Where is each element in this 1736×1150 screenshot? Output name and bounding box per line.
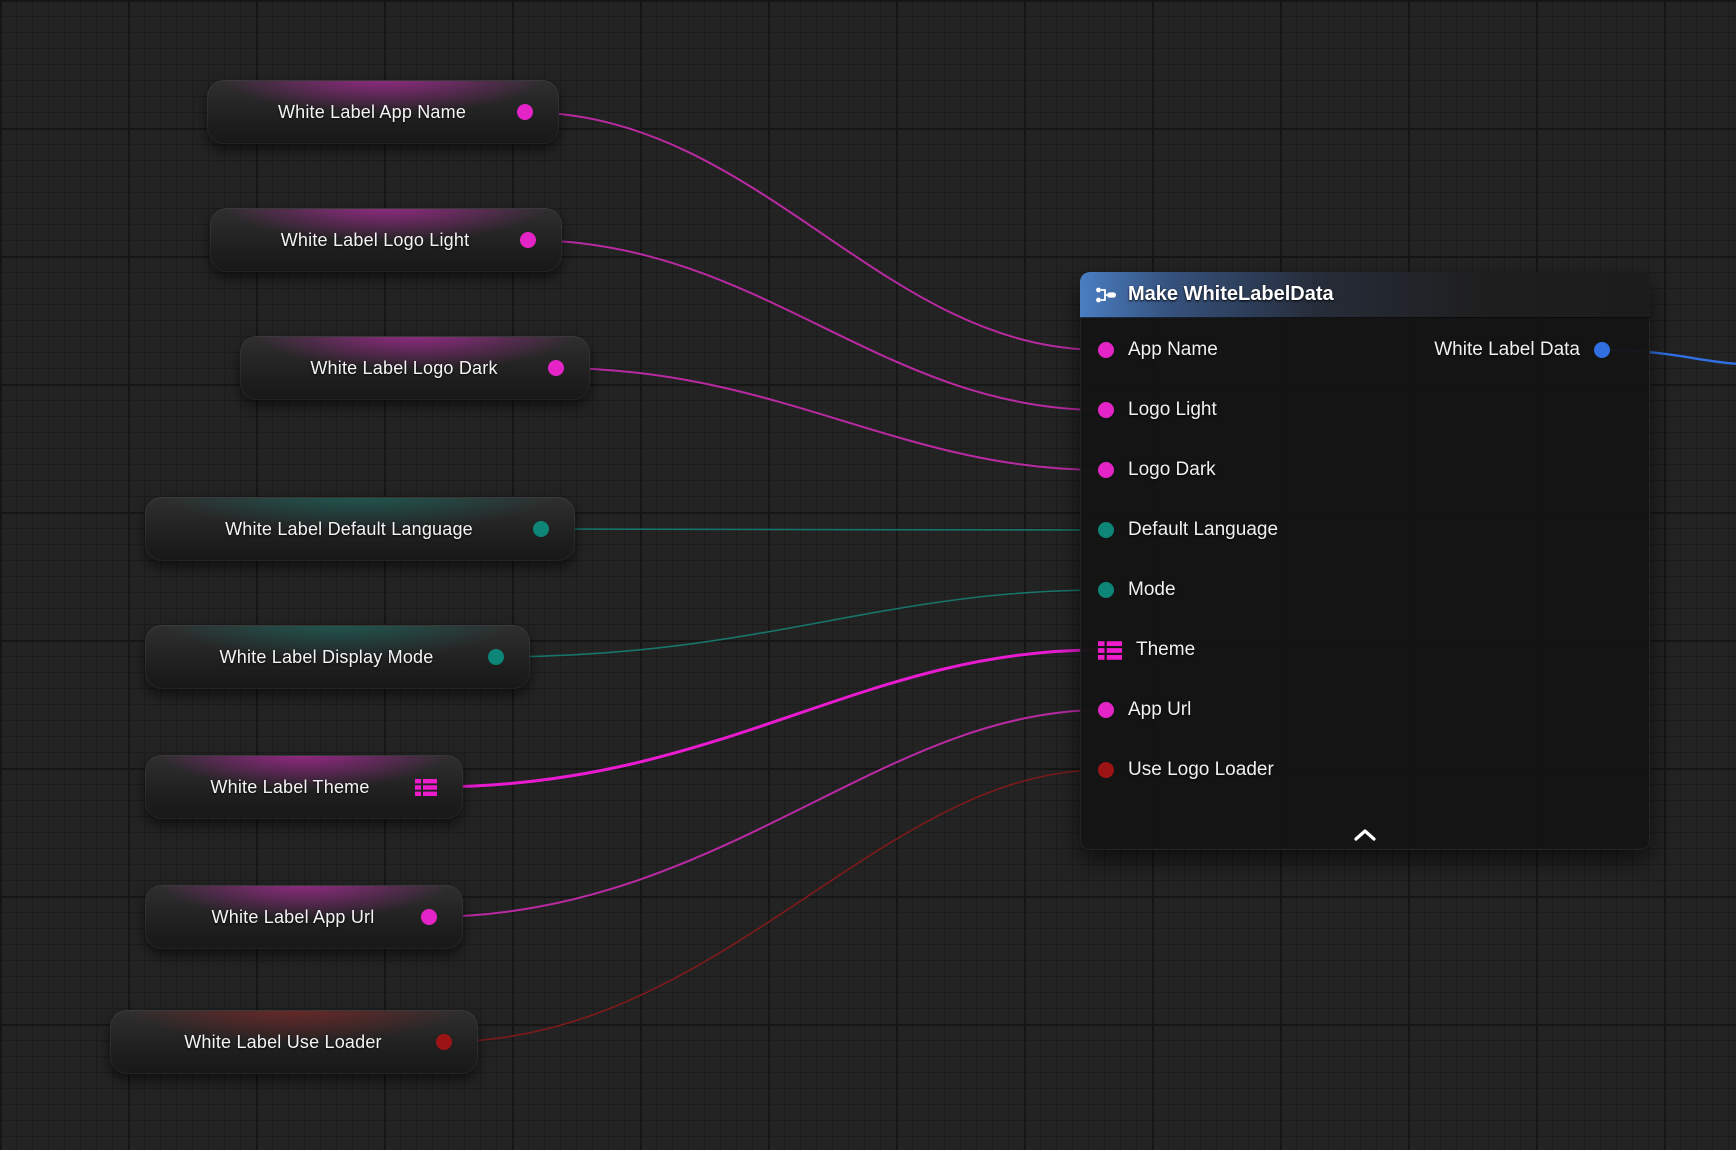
pin-app-url-input[interactable] [1098, 702, 1114, 718]
node-white-label-app-name[interactable]: White Label App Name [207, 80, 559, 144]
enum-pin-icon [488, 649, 504, 665]
pin-white-label-display-mode-output[interactable] [488, 649, 504, 665]
pin-white-label-app-name-output[interactable] [517, 104, 533, 120]
input-row-app-url: App Url [1080, 680, 1650, 740]
string-pin-icon [517, 104, 533, 120]
wire-logo-dark[interactable] [554, 368, 1102, 470]
input-row-mode: Mode [1080, 560, 1650, 620]
enum-pin-icon [1098, 522, 1114, 538]
node-white-label-use-loader[interactable]: White Label Use Loader [110, 1010, 478, 1074]
enum-pin-icon [533, 521, 549, 537]
pin-use-logo-loader-input[interactable] [1098, 762, 1114, 778]
node-make-whitelabeldata[interactable]: Make WhiteLabelData App Name Logo Light … [1080, 272, 1650, 850]
string-pin-icon [1098, 462, 1114, 478]
node-label: White Label Default Language [145, 519, 523, 540]
wire-app-name[interactable] [523, 112, 1102, 350]
pin-white-label-logo-dark-output[interactable] [548, 360, 564, 376]
string-pin-icon [1098, 342, 1114, 358]
input-row-logo-dark: Logo Dark [1080, 440, 1650, 500]
input-row-use-logo-loader: Use Logo Loader [1080, 740, 1650, 800]
pin-label: Mode [1128, 579, 1176, 601]
pin-white-label-logo-light-output[interactable] [520, 232, 536, 248]
node-label: White Label App Url [145, 907, 411, 928]
pin-default-language-input[interactable] [1098, 522, 1114, 538]
node-header[interactable]: Make WhiteLabelData [1080, 272, 1650, 318]
pin-label: Logo Light [1128, 399, 1217, 421]
pin-theme-input[interactable] [1098, 641, 1122, 660]
enum-pin-icon [1098, 582, 1114, 598]
struct-pin-icon [1098, 641, 1122, 660]
input-pin-list: App Name Logo Light Logo Dark Default La… [1080, 320, 1650, 800]
wire-theme[interactable] [433, 650, 1098, 787]
wire-logo-light[interactable] [526, 240, 1102, 410]
node-label: White Label Theme [145, 777, 405, 798]
wire-display-mode[interactable] [494, 590, 1102, 657]
pin-label: App Url [1128, 699, 1191, 721]
pin-label: Use Logo Loader [1128, 759, 1274, 781]
input-row-logo-light: Logo Light [1080, 380, 1650, 440]
node-title: Make WhiteLabelData [1128, 283, 1334, 306]
pin-white-label-app-url-output[interactable] [421, 909, 437, 925]
node-label: White Label Use Loader [110, 1032, 426, 1053]
pin-label: App Name [1128, 339, 1218, 361]
bool-pin-icon [436, 1034, 452, 1050]
blueprint-canvas[interactable]: White Label App Name White Label Logo Li… [0, 0, 1736, 1150]
string-pin-icon [1098, 702, 1114, 718]
make-struct-icon [1094, 284, 1118, 306]
node-label: White Label App Name [207, 102, 507, 123]
wire-default-language[interactable] [539, 529, 1102, 530]
wire-app-url[interactable] [427, 710, 1102, 917]
output-row-white-label-data: White Label Data [1434, 320, 1650, 380]
string-pin-icon [520, 232, 536, 248]
pin-logo-light-input[interactable] [1098, 402, 1114, 418]
pin-label: Default Language [1128, 519, 1278, 541]
pin-app-name-input[interactable] [1098, 342, 1114, 358]
input-row-default-language: Default Language [1080, 500, 1650, 560]
string-pin-icon [1098, 402, 1114, 418]
node-white-label-display-mode[interactable]: White Label Display Mode [145, 625, 530, 689]
pin-mode-input[interactable] [1098, 582, 1114, 598]
pin-white-label-default-language-output[interactable] [533, 521, 549, 537]
string-pin-icon [421, 909, 437, 925]
string-pin-icon [548, 360, 564, 376]
node-white-label-default-language[interactable]: White Label Default Language [145, 497, 575, 561]
pin-white-label-use-loader-output[interactable] [436, 1034, 452, 1050]
pin-logo-dark-input[interactable] [1098, 462, 1114, 478]
pin-label: Logo Dark [1128, 459, 1216, 481]
node-white-label-logo-light[interactable]: White Label Logo Light [210, 208, 562, 272]
pin-label: White Label Data [1434, 339, 1580, 361]
node-white-label-theme[interactable]: White Label Theme [145, 755, 463, 819]
collapse-node-button[interactable] [1343, 822, 1387, 846]
node-label: White Label Logo Dark [240, 358, 538, 379]
chevron-up-icon [1353, 828, 1377, 841]
node-label: White Label Logo Light [210, 230, 510, 251]
node-label: White Label Display Mode [145, 647, 478, 668]
node-white-label-app-url[interactable]: White Label App Url [145, 885, 463, 949]
struct-pin-icon [415, 779, 437, 796]
object-pin-icon [1594, 342, 1610, 358]
bool-pin-icon [1098, 762, 1114, 778]
input-row-theme: Theme [1080, 620, 1650, 680]
pin-white-label-theme-output[interactable] [415, 779, 437, 796]
pin-label: Theme [1136, 639, 1195, 661]
pin-white-label-data-output[interactable] [1594, 342, 1610, 358]
node-white-label-logo-dark[interactable]: White Label Logo Dark [240, 336, 590, 400]
